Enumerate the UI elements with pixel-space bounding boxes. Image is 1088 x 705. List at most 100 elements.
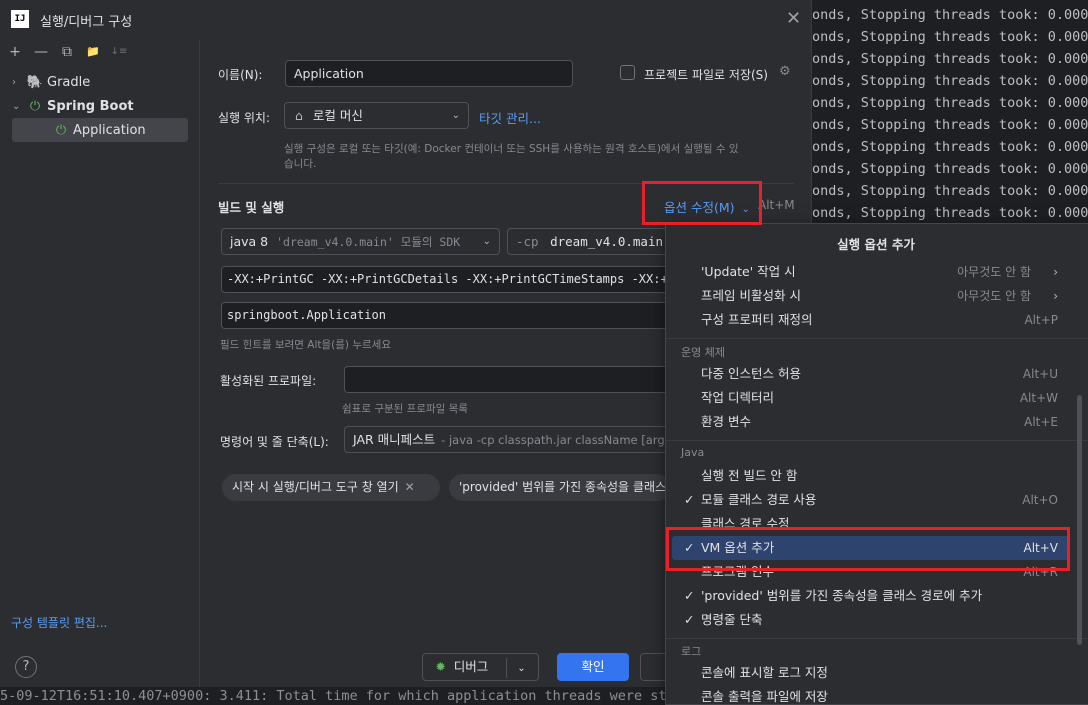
divider	[506, 657, 508, 678]
menu-item-multiple-instances[interactable]: 다중 인스턴스 허용 Alt+U	[672, 362, 1068, 386]
menu-group-logs: 로그	[681, 645, 702, 658]
shorten-command-select[interactable]: JAR 매니페스트 - java -cp classpath.jar class…	[344, 426, 671, 453]
store-as-project-file-label: 프로젝트 파일로 저장(S)	[644, 68, 768, 82]
menu-item-frame-deactivation[interactable]: 프레임 비활성화 시 아무것도 안 함 ›	[672, 284, 1068, 308]
menu-item-shortcut: Alt+U	[1022, 367, 1058, 381]
run-on-select[interactable]: ⌂ 로컬 머신 ⌄	[284, 102, 469, 129]
menu-separator	[666, 440, 1088, 441]
run-on-hint-cont: 습니다.	[284, 158, 317, 170]
chevron-down-icon[interactable]: ⌄	[517, 663, 525, 674]
menu-item-label: 모듈 클래스 경로 사용	[701, 492, 817, 507]
menu-item-label: 'provided' 범위를 가진 종속성을 클래스 경로에 추가	[701, 588, 983, 603]
menu-item-provided-scope[interactable]: ✓ 'provided' 범위를 가진 종속성을 클래스 경로에 추가	[672, 584, 1068, 608]
tree-item-label: Gradle	[47, 75, 91, 90]
menu-item-label: 콘솔 출력을 파일에 저장	[701, 689, 828, 704]
dialog-title-bar[interactable]: IJ 실행/디버그 구성 ✕	[0, 0, 812, 40]
chevron-right-icon: ›	[1053, 289, 1058, 303]
ok-button[interactable]: 확인	[557, 653, 629, 681]
help-button[interactable]: ?	[15, 656, 37, 678]
jdk-select[interactable]: java 8 'dream_v4.0.main' 모듈의 SDK ⌄	[221, 228, 500, 255]
config-toolbar: + — ⧉ 📁 ↓≡	[4, 42, 130, 62]
store-as-project-file-checkbox[interactable]	[620, 65, 635, 80]
copy-icon[interactable]: ⧉	[56, 42, 78, 62]
menu-item-label: 명령줄 단축	[701, 612, 763, 627]
console-line: onds, Stopping threads took: 0.0000	[812, 73, 1088, 89]
tree-item-gradle[interactable]: › 🐘 Gradle	[12, 72, 90, 94]
menu-item-shortcut: Alt+R	[1023, 565, 1058, 579]
modify-options-link[interactable]: 옵션 수정(M) ⌄	[664, 197, 750, 216]
debug-button[interactable]: ✹ 디버그 ⌄	[422, 653, 539, 681]
popup-scrollbar[interactable]	[1077, 395, 1082, 645]
home-icon: ⌂	[295, 108, 303, 123]
menu-item-shortcut: Alt+W	[1019, 391, 1058, 405]
menu-item-value: 아무것도 안 함	[957, 289, 1031, 303]
menu-item-label: 콘솔에 표시할 로그 지정	[701, 665, 828, 680]
menu-item-label: VM 옵션 추가	[701, 540, 775, 555]
edit-templates-link[interactable]: 구성 템플릿 편집...	[11, 614, 107, 631]
menu-item-label: 클래스 경로 수정	[701, 516, 790, 531]
remove-icon[interactable]: —	[30, 42, 52, 62]
close-icon[interactable]: ✕	[786, 8, 801, 29]
bug-icon: ✹	[435, 659, 446, 674]
jdk-detail: 'dream_v4.0.main' 모듈의 SDK	[276, 235, 461, 249]
name-field[interactable]: Application	[285, 60, 573, 87]
check-icon: ✓	[684, 540, 695, 555]
chevron-down-icon: ⌄	[482, 236, 491, 247]
classpath-select[interactable]: -cp dream_v4.0.main	[507, 228, 667, 255]
menu-item-program-args[interactable]: 프로그램 인수 Alt+R	[672, 560, 1068, 584]
chevron-down-icon[interactable]: ⌄	[12, 96, 26, 118]
menu-item-modify-classpath[interactable]: 클래스 경로 수정	[672, 512, 1068, 536]
console-line: onds, Stopping threads took: 0.0000	[812, 205, 1088, 221]
menu-item-log-in-console[interactable]: 콘솔에 표시할 로그 지정	[672, 661, 1068, 685]
gear-icon[interactable]: ⚙	[779, 64, 791, 79]
folder-icon[interactable]: 📁	[82, 42, 104, 62]
menu-item-override-properties[interactable]: 구성 프로퍼티 재정의 Alt+P	[672, 308, 1068, 332]
spring-boot-icon: ⏻	[29, 99, 41, 114]
add-run-options-popup: 실행 옵션 추가 'Update' 작업 시 아무것도 안 함 › 프레임 비활…	[665, 223, 1088, 705]
menu-separator	[666, 338, 1088, 339]
menu-item-label: 구성 프로퍼티 재정의	[701, 312, 813, 327]
menu-item-shorten-command[interactable]: ✓ 명령줄 단축	[672, 608, 1068, 632]
console-line: onds, Stopping threads took: 0.0000	[812, 161, 1088, 177]
manage-targets-link[interactable]: 타깃 관리...	[479, 108, 541, 127]
tree-item-spring-boot[interactable]: ⌄ ⏻ Spring Boot	[12, 96, 134, 118]
menu-item-working-dir[interactable]: 작업 디렉터리 Alt+W	[672, 386, 1068, 410]
menu-separator	[666, 638, 1088, 639]
run-on-value: 로컬 머신	[312, 108, 363, 123]
chip-label: 시작 시 실행/디버그 도구 창 열기	[232, 480, 399, 494]
run-on-hint: 실행 구성은 로컬 또는 타깃(예: Docker 컨테이너 또는 SSH를 사…	[284, 143, 739, 155]
console-line: onds, Stopping threads took: 0.0000	[812, 95, 1088, 111]
modify-options-label: 옵션 수정(M)	[664, 200, 735, 215]
cp-prefix: -cp	[516, 234, 539, 249]
chevron-right-icon[interactable]: ›	[12, 72, 26, 94]
build-run-title: 빌드 및 실행	[218, 200, 285, 215]
menu-item-add-vm-options[interactable]: ✓ VM 옵션 추가 Alt+V	[672, 536, 1068, 560]
sort-icon[interactable]: ↓≡	[108, 42, 130, 62]
tree-item-application[interactable]: ⏻ Application	[52, 120, 146, 142]
check-icon: ✓	[684, 612, 695, 627]
close-icon[interactable]: ✕	[405, 480, 415, 494]
console-line: onds, Stopping threads took: 0.0000	[812, 7, 1088, 23]
add-icon[interactable]: +	[4, 42, 26, 62]
main-class-field[interactable]: springboot.Application	[221, 302, 671, 329]
menu-item-save-console-output[interactable]: 콘솔 출력을 파일에 저장	[672, 685, 1068, 704]
jdk-value: java 8	[230, 234, 269, 249]
chevron-down-icon: ⌄	[451, 110, 460, 121]
option-chip[interactable]: 시작 시 실행/디버그 도구 창 열기 ✕	[222, 474, 440, 501]
menu-item-no-build[interactable]: 실행 전 빌드 안 함	[672, 464, 1068, 488]
console-line: onds, Stopping threads took: 0.0000	[812, 139, 1088, 155]
console-line: onds, Stopping threads took: 0.0000	[812, 29, 1088, 45]
menu-item-update-action[interactable]: 'Update' 작업 시 아무것도 안 함 ›	[672, 260, 1068, 284]
menu-item-env-vars[interactable]: 환경 변수 Alt+E	[672, 410, 1068, 434]
active-profiles-field[interactable]	[344, 366, 671, 393]
console-line: onds, Stopping threads took: 0.0000	[812, 117, 1088, 133]
option-chip[interactable]: 'provided' 범위를 가진 종속성을 클래스	[449, 474, 671, 501]
menu-item-module-classpath[interactable]: ✓ 모듈 클래스 경로 사용 Alt+O	[672, 488, 1068, 512]
cp-value: dream_v4.0.main	[550, 234, 663, 249]
tree-item-label: Spring Boot	[47, 99, 134, 114]
modify-options-shortcut: Alt+M	[758, 198, 795, 212]
menu-item-shortcut: Alt+O	[1022, 493, 1058, 507]
run-on-label: 실행 위치:	[218, 111, 271, 125]
check-icon: ✓	[684, 588, 695, 603]
vm-options-field[interactable]: -XX:+PrintGC -XX:+PrintGCDetails -XX:+Pr…	[221, 266, 671, 293]
